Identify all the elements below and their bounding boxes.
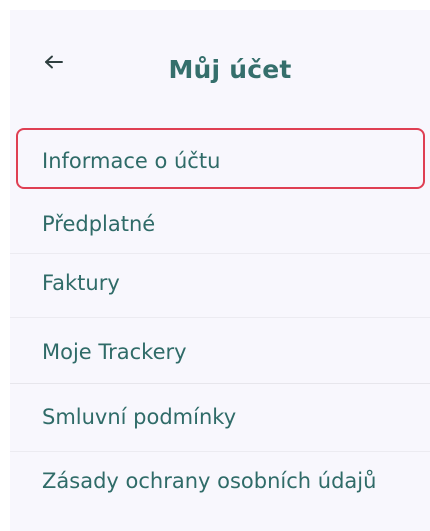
menu-item-terms[interactable]: Smluvní podmínky xyxy=(10,384,430,452)
header: Můj účet xyxy=(10,10,430,110)
menu-item-account-info[interactable]: Informace o účtu xyxy=(10,114,430,198)
menu-item-label: Faktury xyxy=(42,271,120,295)
menu-item-privacy-policy[interactable]: Zásady ochrany osobních údajů xyxy=(10,452,430,531)
account-panel: Můj účet Informace o účtu Předplatné Fak… xyxy=(10,10,430,531)
menu-item-label: Zásady ochrany osobních údajů xyxy=(42,469,377,493)
menu-item-label: Informace o účtu xyxy=(42,149,221,173)
menu-item-invoices[interactable]: Faktury xyxy=(10,254,430,318)
menu-item-label: Předplatné xyxy=(42,212,156,236)
menu-item-label: Moje Trackery xyxy=(42,340,187,364)
account-menu: Informace o účtu Předplatné Faktury Moje… xyxy=(10,114,430,531)
page-title: Můj účet xyxy=(168,55,292,84)
menu-item-label: Smluvní podmínky xyxy=(42,405,237,429)
account-screen: Můj účet Informace o účtu Předplatné Fak… xyxy=(0,0,430,531)
menu-item-my-trackers[interactable]: Moje Trackery xyxy=(10,318,430,384)
menu-item-subscription[interactable]: Předplatné xyxy=(10,198,430,254)
